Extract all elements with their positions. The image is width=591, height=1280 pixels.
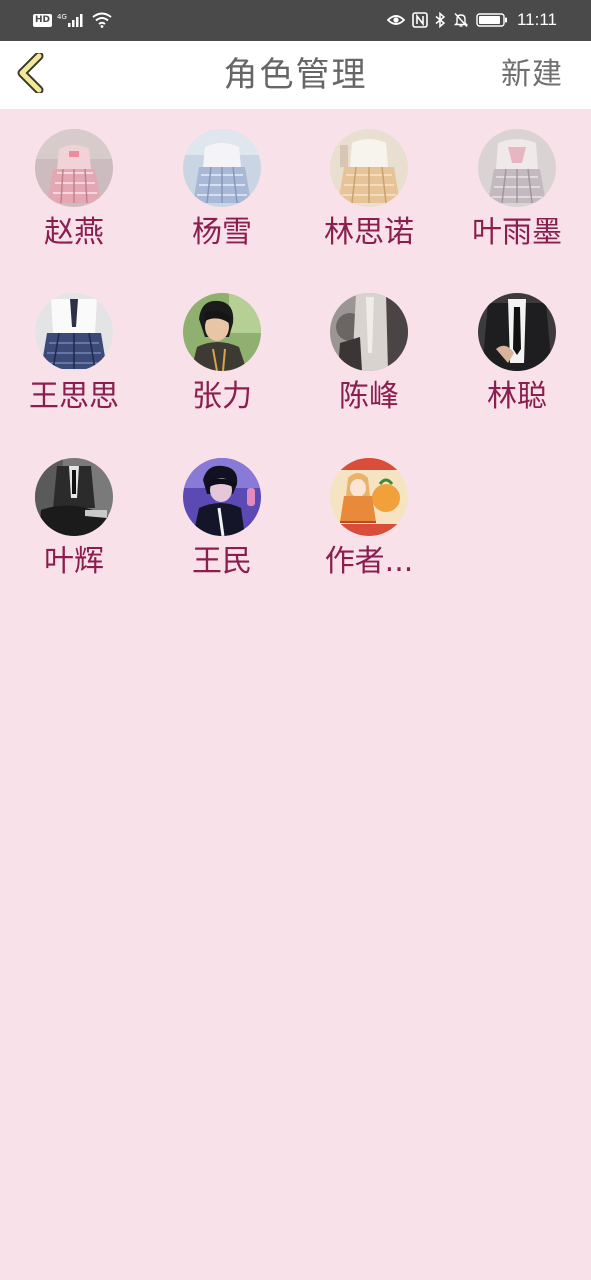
status-left: HD 4G xyxy=(33,10,112,30)
avatar xyxy=(330,458,408,536)
character-item[interactable]: 王民 xyxy=(152,438,292,588)
character-name: 作者... xyxy=(324,544,414,579)
character-item[interactable]: 陈峰 xyxy=(299,273,439,423)
avatar xyxy=(330,293,408,371)
character-item[interactable]: 林聪 xyxy=(447,273,587,423)
eye-icon xyxy=(386,13,405,27)
avatar xyxy=(183,129,261,207)
avatar xyxy=(183,458,261,536)
network-type-label: 4G xyxy=(57,13,67,21)
signal-icon: 4G xyxy=(57,12,87,28)
status-time: 11:11 xyxy=(516,10,557,29)
character-name: 林思诺 xyxy=(324,215,414,250)
avatar xyxy=(183,293,261,371)
character-name: 叶雨墨 xyxy=(472,215,562,250)
character-name: 叶辉 xyxy=(44,544,104,579)
hd-badge: HD xyxy=(33,13,53,27)
avatar xyxy=(35,293,113,371)
character-item[interactable]: 叶辉 xyxy=(4,438,144,588)
title-bar: 角色管理 新建 xyxy=(0,41,591,109)
avatar xyxy=(330,129,408,207)
avatar xyxy=(478,129,556,207)
avatar xyxy=(35,458,113,536)
character-item[interactable]: 赵燕 xyxy=(4,109,144,259)
character-item[interactable]: 杨雪 xyxy=(152,109,292,259)
character-item[interactable]: 王思思 xyxy=(4,273,144,423)
avatar xyxy=(478,293,556,371)
nfc-icon xyxy=(412,12,428,28)
character-name: 张力 xyxy=(192,379,252,414)
character-name: 王思思 xyxy=(29,379,119,414)
wifi-icon xyxy=(92,12,112,28)
character-item[interactable]: 林思诺 xyxy=(299,109,439,259)
new-character-button[interactable]: 新建 xyxy=(501,56,563,94)
battery-icon xyxy=(476,12,508,28)
bell-muted-icon xyxy=(453,12,469,28)
character-item[interactable]: 张力 xyxy=(152,273,292,423)
character-name: 林聪 xyxy=(487,379,547,414)
character-name: 王民 xyxy=(192,544,252,579)
avatar xyxy=(35,129,113,207)
character-name: 陈峰 xyxy=(339,379,399,414)
character-item[interactable]: 叶雨墨 xyxy=(447,109,587,259)
character-name: 杨雪 xyxy=(192,215,252,250)
status-right: 11:11 xyxy=(386,10,557,30)
character-name: 赵燕 xyxy=(44,215,104,250)
bluetooth-icon xyxy=(435,12,446,28)
character-item[interactable]: 作者... xyxy=(299,438,439,588)
status-bar: HD 4G 11:11 xyxy=(0,0,591,41)
